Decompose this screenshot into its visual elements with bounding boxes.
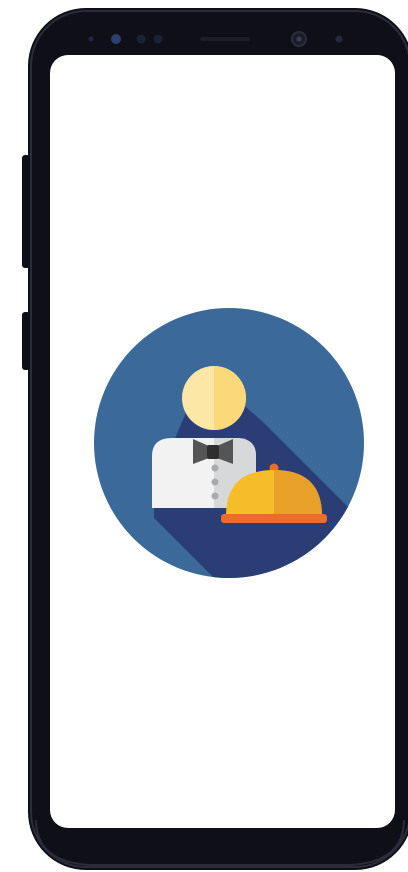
shirt-buttons [211, 464, 219, 500]
device-mockup [0, 0, 408, 872]
app-screen [50, 55, 395, 828]
serving-tray [221, 514, 327, 523]
waiter-with-serving-cloche-icon [94, 308, 364, 578]
earpiece-speaker [200, 37, 250, 41]
splash-logo [94, 308, 364, 578]
